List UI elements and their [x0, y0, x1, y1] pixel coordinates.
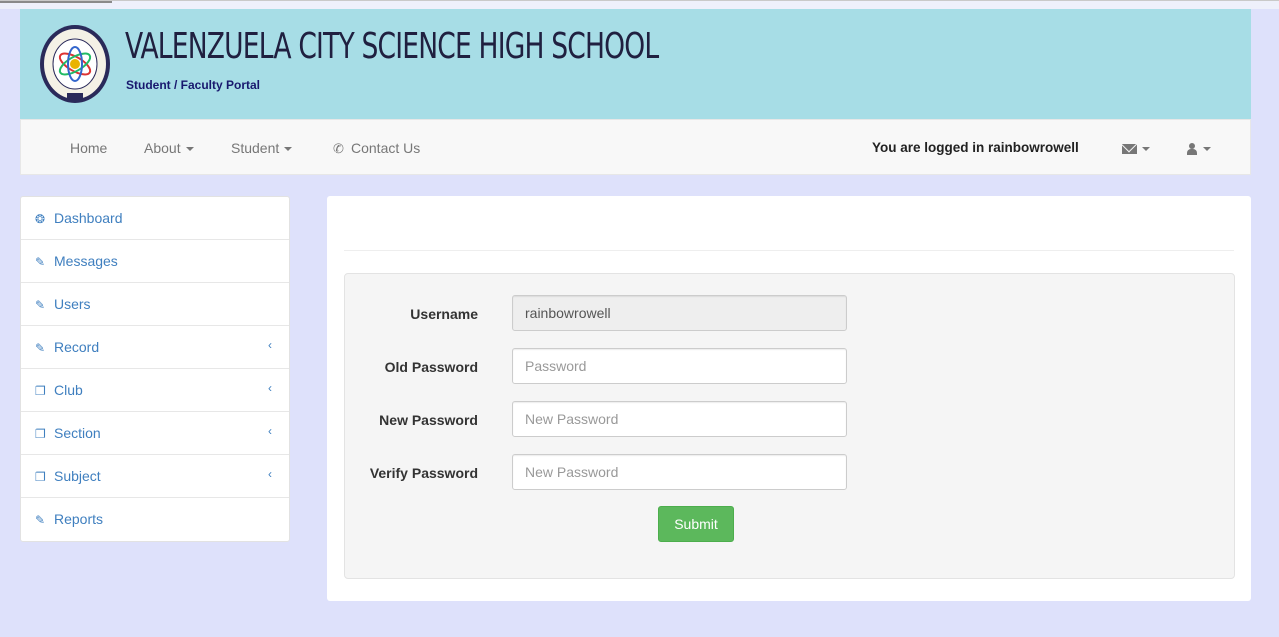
caret-down-icon — [284, 147, 293, 152]
chevron-left-icon: ‹ — [268, 467, 272, 481]
verify-password-field[interactable] — [512, 454, 847, 490]
edit-icon: ✎ — [35, 341, 46, 355]
user-menu-dropdown[interactable] — [1186, 120, 1211, 176]
phone-icon: ✆ — [333, 141, 344, 156]
sidebar-item-label: Club — [54, 382, 83, 398]
nav-contact-link[interactable]: ✆ Contact Us — [333, 120, 420, 176]
caret-down-icon — [1203, 147, 1211, 152]
sidebar-item-label: Messages — [54, 253, 118, 269]
old-password-label: Old Password — [384, 359, 478, 375]
copy-icon: ❐ — [35, 384, 46, 398]
verify-password-label: Verify Password — [369, 465, 478, 481]
edit-icon: ✎ — [35, 298, 46, 312]
edit-icon: ✎ — [35, 255, 46, 269]
browser-top-strip — [0, 0, 1279, 9]
user-icon — [1186, 143, 1198, 156]
new-password-field[interactable] — [512, 401, 847, 437]
nav-home-label: Home — [70, 140, 108, 156]
sidebar-menu: ❂ Dashboard ✎ Messages ✎ Users ✎ Record ‹ ❐ C… — [20, 196, 290, 542]
nav-about-dropdown[interactable]: About — [144, 120, 194, 176]
caret-down-icon — [1142, 147, 1150, 152]
sidebar-item-label: Reports — [54, 511, 104, 527]
logged-in-status: You are logged in rainbowrowell — [872, 140, 1079, 155]
envelope-icon — [1122, 144, 1137, 155]
chevron-left-icon: ‹ — [268, 381, 272, 395]
change-password-form: Username Old Password New Password Verif… — [344, 273, 1235, 579]
sidebar-item-reports[interactable]: ✎ Reports — [21, 498, 289, 541]
username-field[interactable] — [512, 295, 847, 331]
copy-icon: ❐ — [35, 427, 46, 441]
nav-about-label: About — [144, 140, 181, 156]
nav-student-dropdown[interactable]: Student — [231, 120, 293, 176]
sidebar-item-users[interactable]: ✎ Users — [21, 283, 289, 326]
sidebar-item-label: Record — [54, 339, 100, 355]
top-strip-marker — [0, 1, 112, 3]
sidebar-item-messages[interactable]: ✎ Messages — [21, 240, 289, 283]
submit-button[interactable]: Submit — [658, 506, 734, 542]
portal-subtitle: Student / Faculty Portal — [126, 78, 261, 92]
new-password-label: New Password — [379, 412, 478, 428]
messages-dropdown[interactable] — [1122, 120, 1150, 176]
sidebar-item-label: Dashboard — [54, 210, 123, 226]
sidebar-item-label: Section — [54, 425, 101, 441]
nav-contact-label: Contact Us — [351, 140, 421, 156]
nav-student-label: Student — [231, 140, 280, 156]
old-password-field[interactable] — [512, 348, 847, 384]
school-seal-icon[interactable] — [38, 23, 112, 105]
chevron-left-icon: ‹ — [268, 424, 272, 438]
sidebar-item-subject[interactable]: ❐ Subject ‹ — [21, 455, 289, 498]
school-name-title: VALENZUELA CITY SCIENCE HIGH SCHOOL — [125, 26, 659, 67]
sidebar-item-label: Users — [54, 296, 91, 312]
sidebar-item-label: Subject — [54, 468, 101, 484]
panel-divider — [344, 250, 1234, 251]
top-navbar: Home About Student ✆ Contact Us You are l… — [20, 119, 1251, 175]
main-content-panel: Username Old Password New Password Verif… — [327, 196, 1251, 601]
caret-down-icon — [185, 147, 194, 152]
sidebar-item-section[interactable]: ❐ Section ‹ — [21, 412, 289, 455]
username-label: Username — [410, 306, 478, 322]
edit-icon: ✎ — [35, 513, 46, 527]
chevron-left-icon: ‹ — [268, 338, 272, 352]
sidebar-item-dashboard[interactable]: ❂ Dashboard — [21, 197, 289, 240]
header-banner: VALENZUELA CITY SCIENCE HIGH SCHOOL Stud… — [20, 9, 1251, 119]
copy-icon: ❐ — [35, 470, 46, 484]
sidebar-item-record[interactable]: ✎ Record ‹ — [21, 326, 289, 369]
dashboard-icon: ❂ — [35, 212, 46, 226]
nav-home-link[interactable]: Home — [70, 120, 107, 176]
sidebar-item-club[interactable]: ❐ Club ‹ — [21, 369, 289, 412]
